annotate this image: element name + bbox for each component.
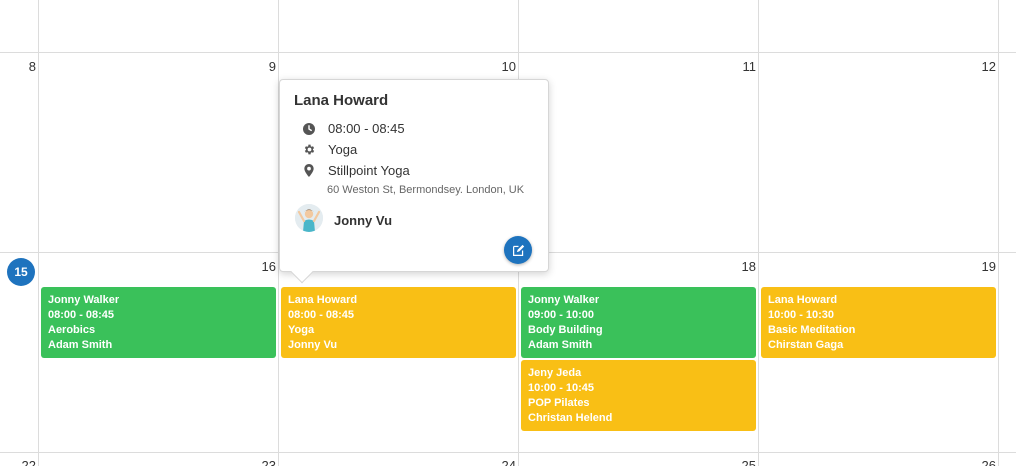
gear-icon — [302, 143, 316, 157]
grid-line — [38, 0, 39, 466]
day-number[interactable]: 24 — [476, 458, 516, 466]
event-card[interactable]: Lana Howard 08:00 - 08:45 Yoga Jonny Vu — [281, 287, 516, 358]
day-number[interactable]: 11 — [716, 59, 757, 74]
event-title: Lana Howard — [288, 294, 358, 306]
event-class: Aerobics — [48, 324, 96, 336]
popover-arrow — [290, 260, 314, 284]
event-time: 08:00 - 08:45 — [48, 309, 115, 321]
popover-title: Lana Howard — [294, 92, 389, 109]
day-number[interactable]: 23 — [236, 458, 276, 466]
day-number[interactable]: 18 — [716, 259, 756, 274]
event-trainer: Adam Smith — [528, 339, 593, 351]
day-number[interactable]: 19 — [956, 259, 996, 274]
event-card[interactable]: Jeny Jeda 10:00 - 10:45 POP Pilates Chri… — [521, 360, 756, 431]
event-time: 09:00 - 10:00 — [528, 309, 595, 321]
day-number[interactable]: 8 — [0, 59, 36, 74]
popover-address: 60 Weston St, Bermondsey. London, UK — [327, 184, 525, 196]
edit-button[interactable] — [504, 236, 532, 264]
day-number[interactable]: 22 — [0, 458, 36, 466]
popover-class: Yoga — [328, 142, 358, 157]
day-number[interactable]: 10 — [476, 59, 516, 74]
popover-class-row: Yoga — [302, 142, 357, 157]
event-time: 10:00 - 10:45 — [528, 382, 595, 394]
map-pin-icon — [302, 164, 316, 178]
day-number[interactable]: 9 — [236, 59, 276, 74]
event-title: Jonny Walker — [48, 294, 120, 306]
popover-time-row: 08:00 - 08:45 — [302, 121, 405, 136]
avatar — [295, 204, 323, 232]
event-trainer: Adam Smith — [48, 339, 113, 351]
event-card[interactable]: Lana Howard 10:00 - 10:30 Basic Meditati… — [761, 287, 996, 358]
event-trainer: Chirstan Gaga — [768, 339, 844, 351]
grid-line — [758, 0, 759, 466]
event-trainer: Christan Helend — [528, 412, 613, 424]
event-trainer: Jonny Vu — [288, 339, 338, 351]
event-class: POP Pilates — [528, 397, 590, 409]
event-title: Jonny Walker — [528, 294, 600, 306]
day-number[interactable]: 26 — [956, 458, 996, 466]
event-class: Basic Meditation — [768, 324, 856, 336]
grid-line — [0, 52, 1016, 53]
popover-time: 08:00 - 08:45 — [328, 121, 405, 136]
event-card[interactable]: Jonny Walker 09:00 - 10:00 Body Building… — [521, 287, 756, 358]
popover-location-row: Stillpoint Yoga — [302, 163, 410, 178]
day-number[interactable]: 16 — [236, 259, 276, 274]
event-title: Lana Howard — [768, 294, 838, 306]
grid-line — [0, 452, 1016, 453]
day-number[interactable]: 12 — [956, 59, 996, 74]
popover-trainer: Jonny Vu — [334, 213, 393, 228]
event-popover: Lana Howard 08:00 - 08:45 Yoga Stillpoin… — [279, 79, 549, 284]
clock-icon — [302, 122, 316, 136]
event-card[interactable]: Jonny Walker 08:00 - 08:45 Aerobics Adam… — [41, 287, 276, 358]
grid-line — [998, 0, 999, 466]
event-class: Yoga — [288, 324, 315, 336]
popover-location: Stillpoint Yoga — [328, 163, 410, 178]
edit-icon — [512, 244, 525, 257]
event-time: 10:00 - 10:30 — [768, 309, 835, 321]
event-class: Body Building — [528, 324, 603, 336]
event-time: 08:00 - 08:45 — [288, 309, 355, 321]
event-title: Jeny Jeda — [528, 367, 582, 379]
today-badge[interactable]: 15 — [7, 258, 35, 286]
day-number[interactable]: 25 — [716, 458, 756, 466]
